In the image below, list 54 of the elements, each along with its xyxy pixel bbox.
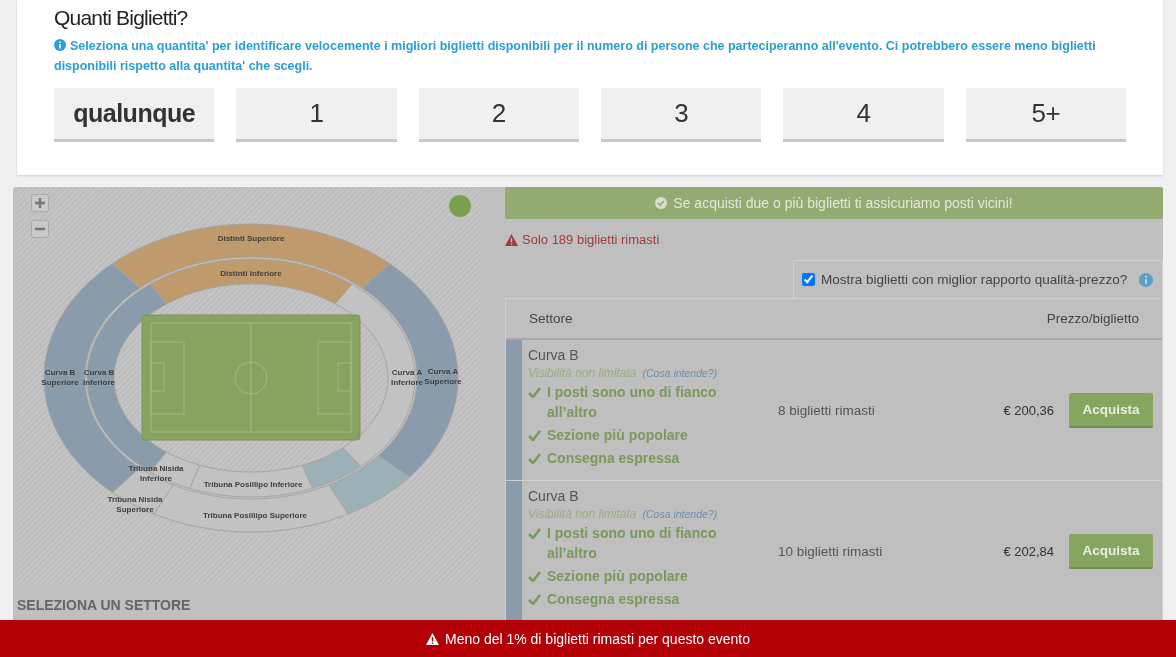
section-label: Tribuna Posillipo Superiore xyxy=(203,511,307,520)
column-header: Settore xyxy=(529,311,573,326)
check-icon xyxy=(528,594,541,605)
section-heading: SELEZIONA UN SETTORE xyxy=(17,597,192,613)
sector-name: Curva B xyxy=(528,347,580,363)
zoom-out-button[interactable] xyxy=(31,220,49,238)
section-label: Curva A Superiore xyxy=(424,367,462,386)
alert-text: Meno del 1% di biglietti rimasti per questo evento xyxy=(444,630,751,647)
feature-text: Sezione più popolare xyxy=(547,426,688,445)
visibility-text: Visibilità non limitata xyxy=(528,366,637,380)
section-label: Tribuna Nisida Superiore xyxy=(107,495,163,514)
section-label: Distinti Inferiore xyxy=(220,269,282,278)
section-label: Distinti Superiore xyxy=(217,234,285,243)
feature-text: I posti sono uno di fianco all’altro xyxy=(547,383,718,422)
quantity-button[interactable]: 3 xyxy=(601,88,762,142)
section-label: Curva B Inferiore xyxy=(83,368,115,387)
feature-text: Sezione più popolare xyxy=(547,567,688,586)
section-label: Curva A Inferiore xyxy=(391,368,423,387)
quantity-button[interactable]: 1 xyxy=(236,88,397,142)
sector-name: Curva B xyxy=(528,488,580,504)
visibility-text: Visibilità non limitata xyxy=(528,507,637,521)
check-icon xyxy=(528,453,541,464)
zoom-in-button[interactable] xyxy=(31,194,49,212)
quantity-button[interactable]: 4 xyxy=(783,88,944,142)
column-header: Prezzo/biglietto xyxy=(1046,311,1139,326)
feature-text: I posti sono uno di fianco all’altro xyxy=(547,524,718,563)
stand-section[interactable] xyxy=(112,223,390,289)
section-label: Tribuna Posillipo Inferiore xyxy=(203,480,303,489)
check-icon xyxy=(528,528,541,539)
best-value-tab[interactable]: Mostra biglietti con miglior rapporto qualità-prezzo? xyxy=(793,260,1163,298)
stock-warning: Solo 189 biglietti rimasti xyxy=(522,232,660,247)
info-text: Seleziona una quantita' per identificare velocemente i migliori biglietti disponibili per il numero di persone che parteciperanno all'evento. Ci potrebbero essere meno biglietti disponibili rispetto alla quantita' che scegli. xyxy=(54,38,1097,75)
check-icon xyxy=(528,430,541,441)
plus-icon xyxy=(35,198,45,208)
quantity-button[interactable]: qualunque xyxy=(54,88,215,142)
section-label: Tribuna Nisida Inferiore xyxy=(128,464,184,483)
check-icon xyxy=(528,387,541,398)
tickets-remaining: 10 biglietti rimasti xyxy=(778,543,883,559)
feature-text: Consegna espressa xyxy=(547,590,680,609)
ticket-price: € 200,36 xyxy=(1003,402,1054,418)
ticket-price: € 202,84 xyxy=(1003,543,1054,559)
warning-icon xyxy=(505,233,518,246)
tickets-remaining: 8 biglietti rimasti xyxy=(778,402,875,418)
section-label: Curva B Superiore xyxy=(41,368,79,387)
check-icon xyxy=(528,571,541,582)
section-title: Quanti Biglietti? xyxy=(54,6,189,30)
checkbox-label: Mostra biglietti con miglior rapporto qualità-prezzo? xyxy=(821,272,1128,287)
check-circle-icon xyxy=(655,197,668,209)
best-value-checkbox[interactable] xyxy=(802,273,815,286)
quantity-button[interactable]: 2 xyxy=(418,88,579,142)
quantity-button[interactable]: 5+ xyxy=(965,88,1126,142)
banner-text: Se acquisti due o più biglietti ti assicuriamo posti vicini! xyxy=(673,195,1013,211)
feature-text: Consegna espressa xyxy=(547,449,680,468)
warning-icon xyxy=(425,632,439,645)
